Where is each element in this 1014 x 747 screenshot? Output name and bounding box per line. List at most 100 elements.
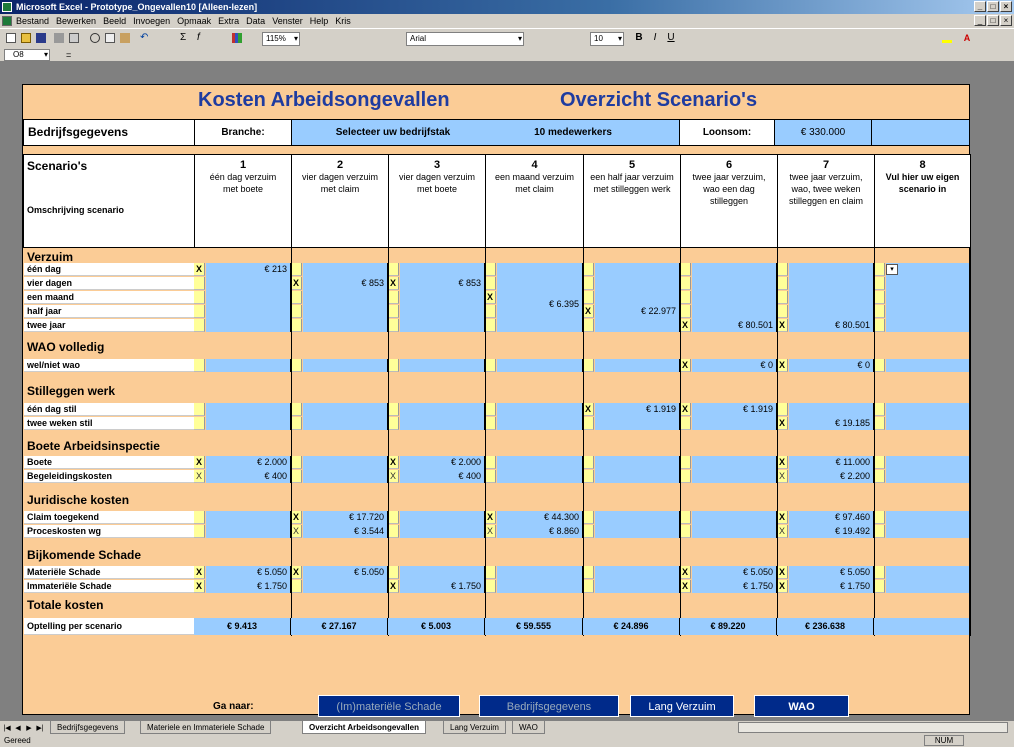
- checkbox-cell[interactable]: [680, 291, 691, 304]
- checkbox-cell[interactable]: [583, 580, 594, 593]
- checkbox-cell[interactable]: X: [291, 566, 302, 579]
- checkbox-cell[interactable]: [291, 417, 302, 430]
- nav-wao-button[interactable]: WAO: [754, 695, 849, 717]
- nav-lang-verzuim-button[interactable]: Lang Verzuim: [630, 695, 734, 717]
- checkbox-cell[interactable]: X: [194, 263, 205, 276]
- checkbox-cell[interactable]: X: [777, 319, 788, 332]
- checkbox-cell[interactable]: [291, 403, 302, 416]
- menu-venster[interactable]: Venster: [272, 16, 303, 26]
- checkbox-cell[interactable]: [680, 305, 691, 318]
- minimize-button[interactable]: _: [974, 1, 986, 12]
- value-cell[interactable]: [692, 456, 777, 483]
- checkbox-cell[interactable]: [194, 525, 205, 538]
- tab-lang-verzuim[interactable]: Lang Verzuim: [443, 721, 506, 734]
- font-color-icon[interactable]: A: [960, 31, 974, 45]
- value-cell[interactable]: [206, 403, 291, 430]
- checkbox-cell[interactable]: X: [680, 359, 691, 372]
- checkbox-cell[interactable]: [194, 359, 205, 372]
- italic-button[interactable]: I: [648, 31, 662, 45]
- paste-icon[interactable]: [118, 31, 132, 45]
- checkbox-cell[interactable]: [680, 525, 691, 538]
- value-cell[interactable]: [400, 403, 485, 430]
- checkbox-cell[interactable]: [388, 319, 399, 332]
- checkbox-cell[interactable]: [485, 319, 496, 332]
- checkbox-cell[interactable]: X: [291, 511, 302, 524]
- menu-data[interactable]: Data: [246, 16, 265, 26]
- checkbox-cell[interactable]: X: [777, 566, 788, 579]
- print-icon[interactable]: [52, 31, 66, 45]
- checkbox-cell[interactable]: [388, 359, 399, 372]
- value-cell[interactable]: [400, 263, 485, 332]
- nav-schade-button[interactable]: (Im)materiële Schade: [318, 695, 460, 717]
- checkbox-cell[interactable]: X: [194, 566, 205, 579]
- value-cell[interactable]: [497, 359, 583, 372]
- font-select[interactable]: Arial: [406, 32, 524, 46]
- checkbox-cell[interactable]: X: [485, 525, 496, 538]
- checkbox-cell[interactable]: [194, 511, 205, 524]
- checkbox-cell[interactable]: [583, 566, 594, 579]
- checkbox-cell[interactable]: [485, 580, 496, 593]
- checkbox-cell[interactable]: [874, 277, 885, 290]
- value-cell[interactable]: [303, 263, 388, 332]
- checkbox-cell[interactable]: [874, 566, 885, 579]
- name-box[interactable]: O8: [4, 49, 50, 61]
- checkbox-cell[interactable]: X: [680, 403, 691, 416]
- value-cell[interactable]: [497, 566, 583, 593]
- checkbox-cell[interactable]: [194, 403, 205, 416]
- checkbox-cell[interactable]: X: [291, 525, 302, 538]
- undo-icon[interactable]: ↶: [138, 31, 152, 45]
- value-cell[interactable]: [595, 263, 680, 332]
- checkbox-cell[interactable]: [291, 319, 302, 332]
- doc-minimize-button[interactable]: _: [974, 15, 986, 26]
- tab-next-arrow[interactable]: ▶: [24, 722, 34, 733]
- menu-invoegen[interactable]: Invoegen: [133, 16, 170, 26]
- horizontal-scrollbar[interactable]: [738, 722, 1008, 733]
- checkbox-cell[interactable]: X: [194, 470, 205, 483]
- checkbox-cell[interactable]: [291, 470, 302, 483]
- copy-icon[interactable]: [103, 31, 117, 45]
- value-cell[interactable]: [886, 566, 970, 593]
- checkbox-cell[interactable]: X: [777, 359, 788, 372]
- checkbox-cell[interactable]: X: [194, 580, 205, 593]
- checkbox-cell[interactable]: [194, 291, 205, 304]
- checkbox-cell[interactable]: [194, 319, 205, 332]
- cut-icon[interactable]: [88, 31, 102, 45]
- checkbox-cell[interactable]: X: [388, 470, 399, 483]
- chart-icon[interactable]: [230, 31, 244, 45]
- checkbox-cell[interactable]: [194, 277, 205, 290]
- checkbox-cell[interactable]: [874, 417, 885, 430]
- checkbox-cell[interactable]: [874, 470, 885, 483]
- value-cell[interactable]: [206, 359, 291, 372]
- checkbox-cell[interactable]: [680, 417, 691, 430]
- value-cell[interactable]: [692, 511, 777, 538]
- menu-beeld[interactable]: Beeld: [103, 16, 126, 26]
- checkbox-cell[interactable]: [583, 417, 594, 430]
- checkbox-cell[interactable]: X: [194, 456, 205, 469]
- checkbox-cell[interactable]: [874, 291, 885, 304]
- value-cell[interactable]: [303, 456, 388, 483]
- value-cell[interactable]: [497, 403, 583, 430]
- checkbox-cell[interactable]: [485, 456, 496, 469]
- checkbox-cell[interactable]: [291, 359, 302, 372]
- tab-wao[interactable]: WAO: [512, 721, 545, 734]
- checkbox-cell[interactable]: [874, 359, 885, 372]
- checkbox-cell[interactable]: [583, 319, 594, 332]
- checkbox-cell[interactable]: [388, 291, 399, 304]
- checkbox-cell[interactable]: [583, 291, 594, 304]
- checkbox-cell[interactable]: [680, 263, 691, 276]
- checkbox-cell[interactable]: [777, 263, 788, 276]
- checkbox-cell[interactable]: X: [680, 566, 691, 579]
- checkbox-cell[interactable]: [388, 403, 399, 416]
- zoom-select[interactable]: 115%: [262, 32, 300, 46]
- menu-extra[interactable]: Extra: [218, 16, 239, 26]
- checkbox-cell[interactable]: [874, 511, 885, 524]
- checkbox-cell[interactable]: X: [777, 470, 788, 483]
- checkbox-cell[interactable]: X: [777, 511, 788, 524]
- checkbox-cell[interactable]: [291, 291, 302, 304]
- checkbox-cell[interactable]: [680, 511, 691, 524]
- checkbox-cell[interactable]: X: [485, 291, 496, 304]
- new-icon[interactable]: [4, 31, 18, 45]
- value-cell[interactable]: [303, 403, 388, 430]
- checkbox-cell[interactable]: X: [777, 580, 788, 593]
- tab-first-arrow[interactable]: |◀: [2, 722, 12, 733]
